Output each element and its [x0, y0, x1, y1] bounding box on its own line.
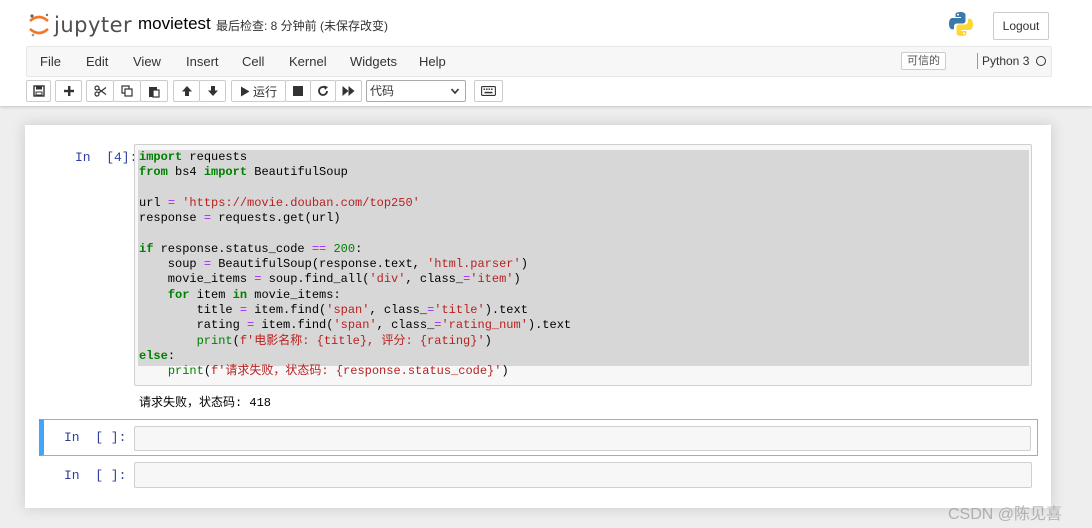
logout-button[interactable]: Logout [993, 12, 1049, 40]
play-icon [240, 86, 250, 96]
code-line: response = requests.get(url) [139, 211, 341, 226]
interrupt-kernel-button[interactable] [285, 80, 311, 102]
python-logo-icon [948, 11, 974, 40]
code-cell-2[interactable]: In [ ]: [39, 419, 1038, 456]
copy-icon [121, 85, 133, 97]
kernel-idle-indicator-icon [1036, 56, 1046, 66]
code-line: rating = item.find('span', class_='ratin… [139, 318, 572, 333]
restart-run-all-button[interactable] [335, 80, 362, 102]
kernel-name: Python 3 [982, 54, 1030, 68]
plus-icon [63, 86, 74, 96]
restart-kernel-button[interactable] [310, 80, 336, 102]
save-icon [32, 85, 45, 97]
stop-icon [293, 86, 303, 96]
code-line: soup = BeautifulSoup(response.text, 'htm… [139, 257, 528, 272]
keyboard-icon [481, 86, 496, 96]
code-line: if response.status_code == 200: [139, 241, 363, 256]
input-prompt: In [ ]: [64, 468, 127, 483]
code-line: else: [139, 348, 176, 363]
cut-button[interactable] [86, 80, 114, 102]
fast-forward-icon [342, 86, 355, 96]
paste-button[interactable] [140, 80, 168, 102]
code-editor[interactable]: import requests from bs4 import Beautiful… [134, 144, 1032, 386]
code-line: for item in movie_items: [167, 287, 341, 302]
code-editor[interactable] [134, 426, 1031, 451]
menubar: File Edit View Insert Cell Kernel Widget… [26, 46, 1052, 77]
menu-widgets[interactable]: Widgets [350, 54, 397, 69]
copy-button[interactable] [113, 80, 141, 102]
cut-icon [93, 85, 106, 97]
jupyter-orbit-icon [29, 13, 49, 37]
trusted-badge[interactable]: 可信的 [901, 52, 946, 70]
logo-text: jupyter [54, 13, 133, 37]
code-line: print(f'电影名称: {title}, 评分: {rating}') [196, 333, 492, 348]
move-up-button[interactable] [173, 80, 200, 102]
paste-icon [149, 86, 160, 98]
notebook-header: jupyter movietest 最后检查: 8 分钟前 (未保存改变) Lo… [0, 0, 1092, 106]
kernel-separator [977, 53, 978, 69]
code-lines: import requests from bs4 import Beautiful… [139, 150, 571, 379]
watermark: CSDN @陈见喜 [948, 506, 1063, 523]
code-editor[interactable] [134, 462, 1032, 488]
code-line: title = item.find('span', class_='title'… [139, 302, 528, 317]
run-label: 运行 [252, 84, 277, 99]
jupyter-logo[interactable]: jupyter [28, 10, 132, 40]
menu-help[interactable]: Help [419, 54, 446, 69]
cell-output: 请求失败，状态码: 418 [139, 396, 272, 410]
notebook-name[interactable]: movietest [138, 14, 211, 34]
input-prompt: In [ ]: [64, 430, 127, 445]
code-cell-3[interactable]: In [ ]: [39, 457, 1038, 494]
command-palette-button[interactable] [474, 80, 503, 102]
cell-type-select[interactable]: 代码 [366, 80, 466, 102]
run-button[interactable]: 运行 [231, 80, 286, 102]
code-line: print(f'请求失败，状态码: {response.status_code}… [167, 364, 509, 379]
code-line: import requests [139, 150, 248, 164]
menu-kernel[interactable]: Kernel [289, 54, 327, 69]
cell-type-value: 代码 [370, 84, 395, 98]
arrow-up-icon [181, 86, 192, 96]
restart-icon [318, 85, 328, 96]
code-line: from bs4 import BeautifulSoup [139, 165, 348, 180]
checkpoint-status: 最后检查: 8 分钟前 (未保存改变) [216, 19, 389, 33]
save-button[interactable] [26, 80, 51, 102]
menu-file[interactable]: File [40, 54, 61, 69]
menu-insert[interactable]: Insert [186, 54, 219, 69]
notebook-panel: In [4]: import requests from bs4 import B… [25, 125, 1051, 508]
code-line: url = 'https://movie.douban.com/top250' [139, 195, 420, 210]
code-cell-1[interactable]: In [4]: import requests from bs4 import B… [39, 144, 1038, 414]
code-line: movie_items = soup.find_all('div', class… [139, 272, 521, 287]
menu-edit[interactable]: Edit [86, 54, 108, 69]
chevron-down-icon [450, 88, 460, 95]
menu-view[interactable]: View [133, 54, 161, 69]
insert-cell-button[interactable] [55, 80, 82, 102]
move-down-button[interactable] [199, 80, 226, 102]
arrow-down-icon [207, 86, 218, 96]
menu-cell[interactable]: Cell [242, 54, 264, 69]
input-prompt: In [4]: [75, 150, 138, 165]
